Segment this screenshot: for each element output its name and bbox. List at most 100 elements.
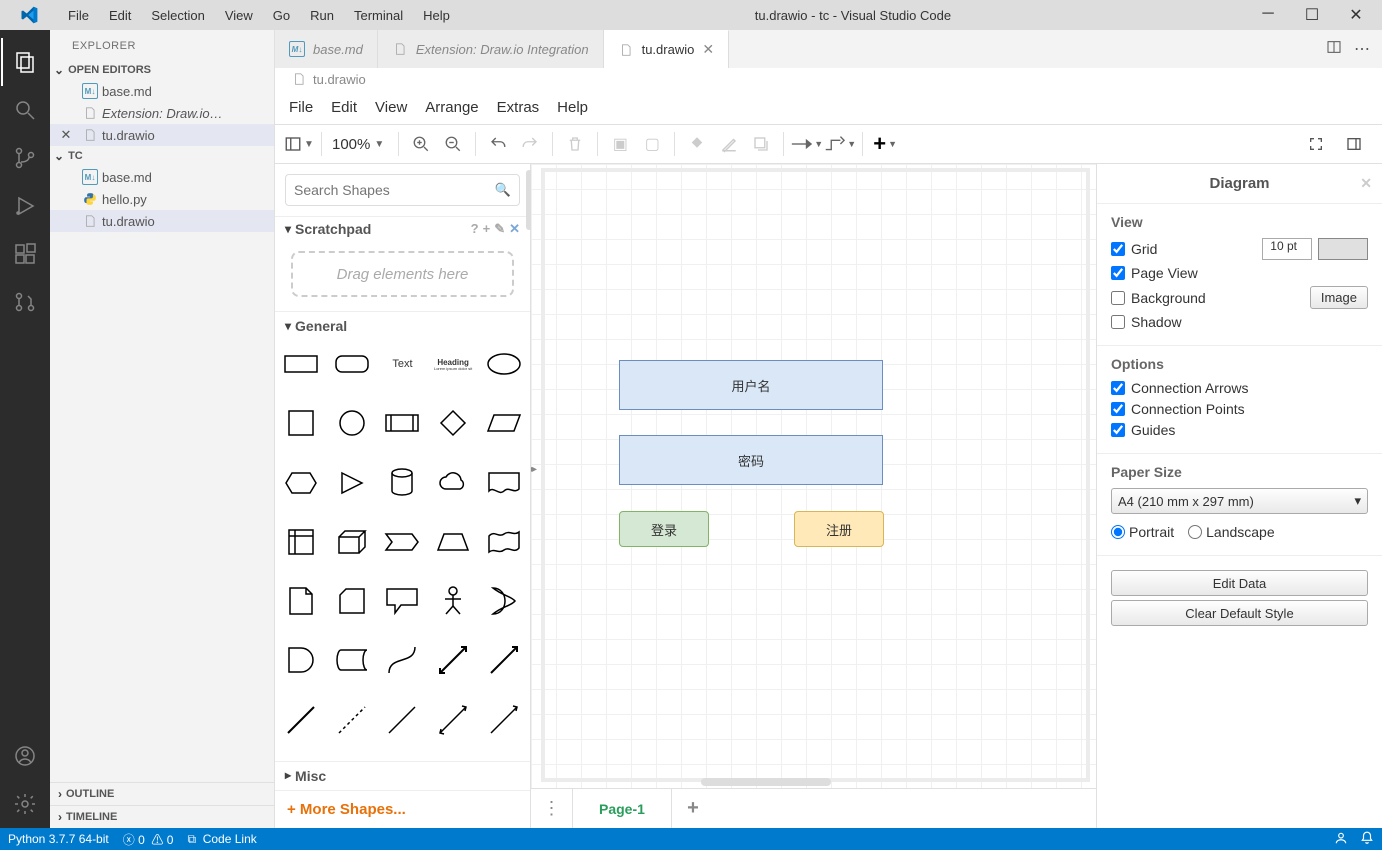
open-editors-header[interactable]: ⌄OPEN EDITORS — [50, 60, 274, 80]
shape-diamond[interactable] — [433, 407, 474, 439]
menu-run[interactable]: Run — [300, 2, 344, 29]
shape-line2[interactable] — [382, 704, 423, 736]
shape-line[interactable] — [281, 704, 322, 736]
maximize-icon[interactable]: ☐ — [1290, 5, 1334, 25]
view-mode-icon[interactable]: ▼ — [283, 128, 315, 160]
connection-points-checkbox[interactable] — [1111, 402, 1125, 416]
minimize-icon[interactable]: ─ — [1246, 5, 1290, 25]
menu-file[interactable]: File — [58, 2, 99, 29]
shape-curve[interactable] — [382, 644, 423, 676]
open-editor-item[interactable]: ✕tu.drawio — [50, 124, 274, 146]
menu-terminal[interactable]: Terminal — [344, 2, 413, 29]
status-code-link[interactable]: ⧉ Code Link — [187, 832, 256, 847]
add-page-button[interactable]: + — [672, 789, 714, 828]
more-actions-icon[interactable]: ⋯ — [1354, 39, 1370, 59]
clear-style-button[interactable]: Clear Default Style — [1111, 600, 1368, 626]
redo-icon[interactable] — [514, 128, 546, 160]
page-tab[interactable]: Page-1 — [573, 789, 672, 828]
split-editor-icon[interactable] — [1326, 39, 1342, 60]
undo-icon[interactable] — [482, 128, 514, 160]
to-back-icon[interactable]: ▢ — [636, 128, 668, 160]
image-button[interactable]: Image — [1310, 286, 1368, 309]
shape-trapezoid[interactable] — [433, 526, 474, 558]
format-panel-icon[interactable] — [1338, 128, 1370, 160]
scratchpad-dropzone[interactable]: Drag elements here — [291, 251, 514, 297]
collapse-handle-icon[interactable]: ◂▸ — [531, 464, 537, 475]
zoom-level[interactable]: 100% — [328, 136, 374, 153]
shape-ellipse[interactable] — [483, 348, 524, 380]
shape-triangle[interactable] — [332, 467, 373, 499]
pages-menu-icon[interactable]: ⋮ — [531, 789, 573, 828]
close-icon[interactable]: ✕ — [1360, 175, 1372, 192]
drawio-menu-extras[interactable]: Extras — [497, 99, 540, 116]
background-checkbox[interactable] — [1111, 291, 1125, 305]
paper-size-select[interactable]: A4 (210 mm x 297 mm)▾ — [1111, 488, 1368, 514]
menu-edit[interactable]: Edit — [99, 2, 141, 29]
guides-checkbox[interactable] — [1111, 423, 1125, 437]
zoom-in-icon[interactable] — [405, 128, 437, 160]
shape-square[interactable] — [281, 407, 322, 439]
add-icon[interactable]: + — [483, 221, 491, 237]
shape-or[interactable] — [483, 585, 524, 617]
zoom-out-icon[interactable] — [437, 128, 469, 160]
menu-view[interactable]: View — [215, 2, 263, 29]
horizontal-scrollbar[interactable] — [701, 778, 831, 786]
close-icon[interactable]: ✕ — [702, 41, 714, 58]
shape-parallelogram[interactable] — [483, 407, 524, 439]
open-editor-item[interactable]: Extension: Draw.io… — [50, 102, 274, 124]
shape-card[interactable] — [332, 585, 373, 617]
shape-data-storage[interactable] — [332, 644, 373, 676]
shape-document[interactable] — [483, 467, 524, 499]
status-python[interactable]: Python 3.7.7 64-bit — [8, 832, 109, 846]
shape-rounded-rect[interactable] — [332, 348, 373, 380]
edit-data-button[interactable]: Edit Data — [1111, 570, 1368, 596]
drawio-menu-edit[interactable]: Edit — [331, 99, 357, 116]
general-shapes-header[interactable]: ▾ General — [275, 311, 530, 340]
misc-shapes-header[interactable]: ▸Misc — [275, 761, 530, 790]
menu-help[interactable]: Help — [413, 2, 460, 29]
shape-bidir-thin[interactable] — [433, 704, 474, 736]
shape-callout[interactable] — [382, 585, 423, 617]
outline-header[interactable]: ›OUTLINE — [50, 782, 274, 805]
shape-hexagon[interactable] — [281, 467, 322, 499]
search-icon[interactable] — [1, 86, 49, 134]
pageview-checkbox[interactable] — [1111, 266, 1125, 280]
line-color-icon[interactable] — [713, 128, 745, 160]
close-icon[interactable]: ✕ — [509, 221, 520, 237]
shape-cube[interactable] — [332, 526, 373, 558]
shape-rectangle[interactable] — [281, 348, 322, 380]
status-problems[interactable]: ⓧ 0 ⚠ 0 — [123, 831, 174, 848]
shape-dir-thin[interactable] — [483, 704, 524, 736]
shape-dashed-line[interactable] — [332, 704, 373, 736]
portrait-radio[interactable] — [1111, 525, 1125, 539]
scratchpad-header[interactable]: ▾ Scratchpad ? + ✎ ✕ — [275, 216, 530, 241]
drawio-menu-arrange[interactable]: Arrange — [425, 99, 478, 116]
grid-color-swatch[interactable] — [1318, 238, 1368, 260]
canvas-shape-password[interactable]: 密码 — [619, 435, 883, 485]
shape-arrow[interactable] — [483, 644, 524, 676]
shape-heading[interactable]: HeadingLorem ipsum dolor sit — [433, 348, 474, 380]
shape-note[interactable] — [281, 585, 322, 617]
timeline-header[interactable]: ›TIMELINE — [50, 805, 274, 828]
extensions-icon[interactable] — [1, 230, 49, 278]
shape-process[interactable] — [382, 407, 423, 439]
landscape-radio[interactable] — [1188, 525, 1202, 539]
to-front-icon[interactable]: ▣ — [604, 128, 636, 160]
canvas-shape-username[interactable]: 用户名 — [619, 360, 883, 410]
grid-size-input[interactable]: 10 pt — [1262, 238, 1312, 260]
shape-tape[interactable] — [483, 526, 524, 558]
explorer-icon[interactable] — [1, 38, 49, 86]
source-control-icon[interactable] — [1, 134, 49, 182]
folder-header[interactable]: ⌄TC — [50, 146, 274, 166]
search-icon[interactable]: 🔍 — [495, 182, 511, 198]
open-editor-item[interactable]: M↓base.md — [50, 80, 274, 102]
run-debug-icon[interactable] — [1, 182, 49, 230]
close-icon[interactable]: ✕ — [1334, 5, 1378, 25]
waypoint-icon[interactable]: ▼ — [823, 128, 856, 160]
drawio-menu-file[interactable]: File — [289, 99, 313, 116]
edit-icon[interactable]: ✎ — [494, 221, 505, 237]
pull-requests-icon[interactable] — [1, 278, 49, 326]
accounts-icon[interactable] — [1, 732, 49, 780]
shape-bidirectional-arrow[interactable] — [433, 644, 474, 676]
drawio-canvas[interactable]: 用户名 密码 登录 注册 ◂▸ — [531, 164, 1096, 788]
